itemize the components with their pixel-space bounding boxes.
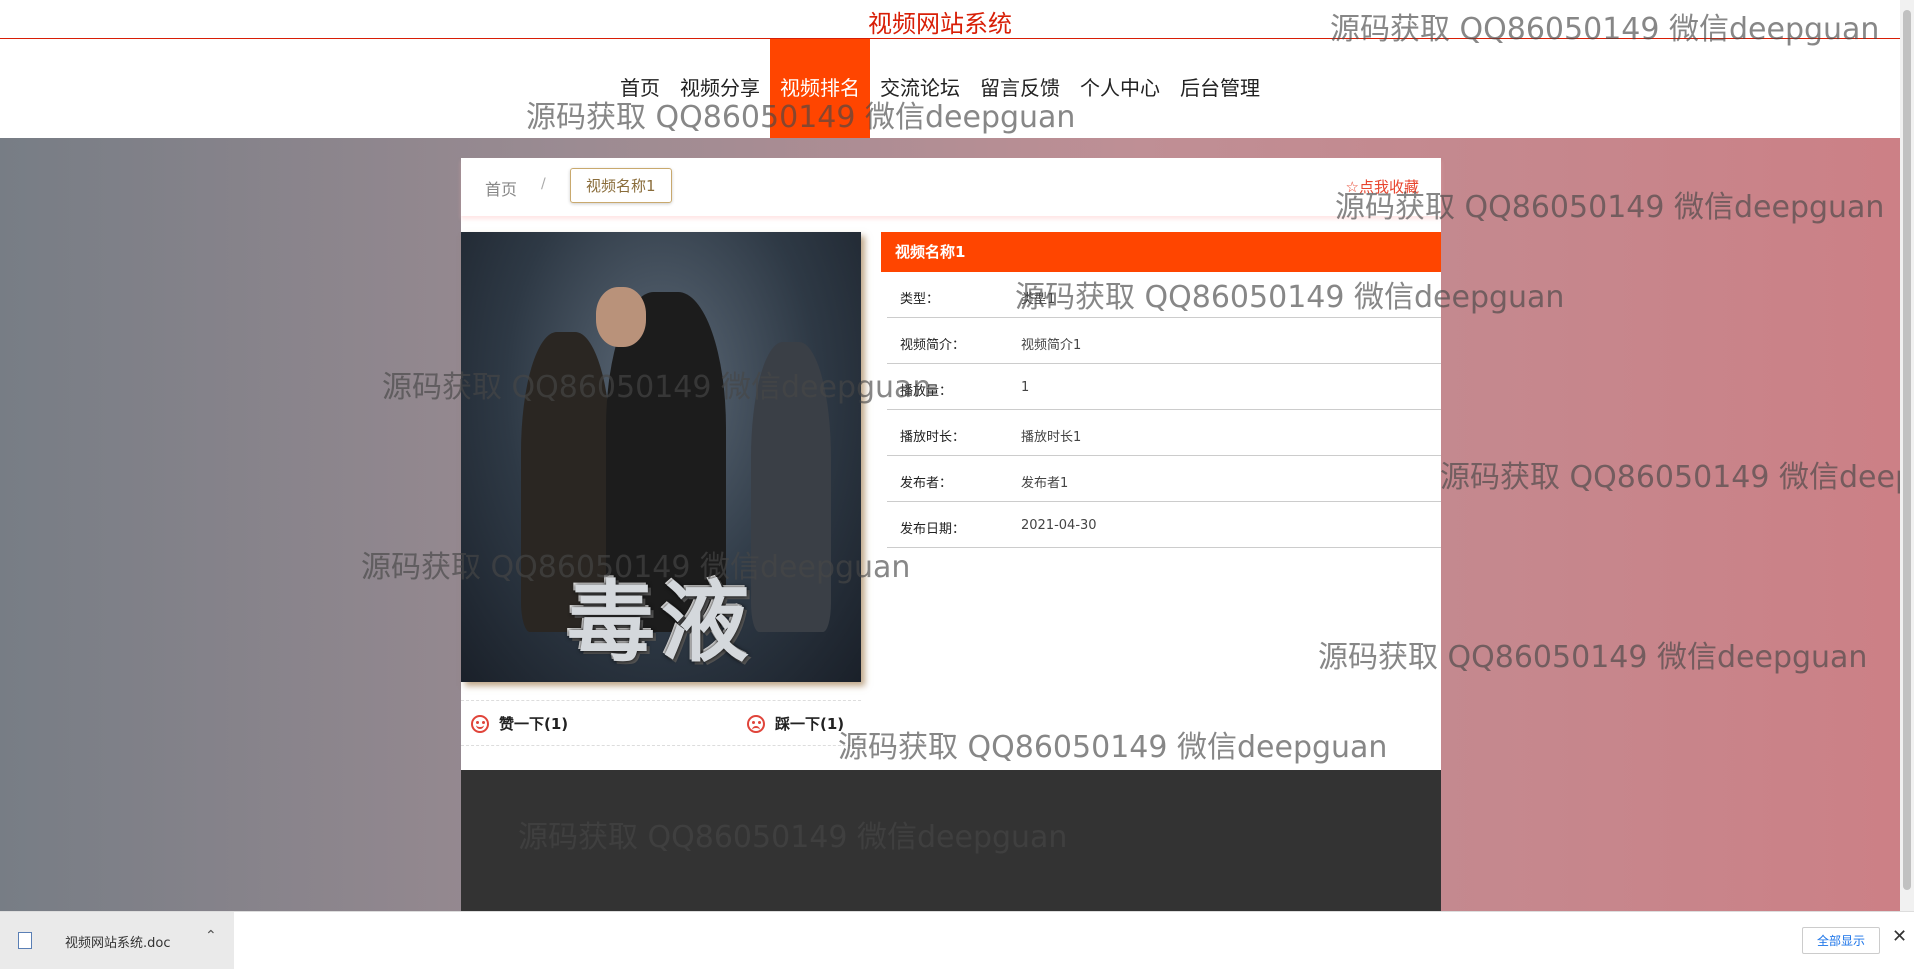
nav-forum[interactable]: 交流论坛 [870, 39, 970, 138]
breadcrumb-separator: / [541, 176, 546, 192]
info-row-intro: 视频简介： 视频简介1 [887, 318, 1441, 364]
nav-home[interactable]: 首页 [610, 39, 670, 138]
nav-video-share[interactable]: 视频分享 [670, 39, 770, 138]
dislike-button[interactable]: 踩一下(1) [747, 713, 844, 734]
info-row-type: 类型： 类型1 [887, 272, 1441, 318]
like-button[interactable]: 赞一下(1) [471, 713, 568, 734]
info-label: 播放时长： [900, 430, 966, 445]
info-value: 发布者1 [1021, 476, 1069, 491]
info-label: 播放量： [900, 384, 953, 399]
nav-personal-center[interactable]: 个人中心 [1070, 39, 1170, 138]
nav-video-ranking[interactable]: 视频排名 [770, 39, 870, 138]
info-label: 类型： [900, 292, 940, 307]
page-scrollbar[interactable] [1900, 0, 1914, 911]
poster-title-text: 毒液 [566, 570, 755, 674]
nav-admin[interactable]: 后台管理 [1170, 39, 1270, 138]
favorite-button[interactable]: ☆点我收藏 [1346, 176, 1419, 197]
dislike-label: 踩一下(1) [775, 715, 845, 733]
close-icon[interactable]: ✕ [1892, 926, 1907, 947]
breadcrumb: 首页 / 视频名称1 ☆点我收藏 [461, 158, 1441, 216]
document-icon [18, 932, 32, 949]
video-poster[interactable]: 毒液 [461, 232, 861, 682]
video-detail-panel: 首页 / 视频名称1 ☆点我收藏 毒液 赞一下(1) 踩一下(1) 视频名称1 … [461, 158, 1441, 770]
site-header: 视频网站系统 首页 视频分享 视频排名 交流论坛 留言反馈 个人中心 后台管理 [0, 0, 1914, 138]
info-value: 播放时长1 [1021, 430, 1082, 445]
download-file-name: 视频网站系统.doc [65, 936, 171, 951]
info-value: 1 [1021, 380, 1030, 395]
like-label: 赞一下(1) [499, 715, 569, 733]
main-nav: 首页 视频分享 视频排名 交流论坛 留言反馈 个人中心 后台管理 [610, 39, 1270, 138]
info-value: 类型1 [1021, 292, 1056, 307]
info-label: 视频简介： [900, 338, 966, 353]
scrollbar-thumb[interactable] [1903, 10, 1911, 890]
poster-face [596, 287, 646, 347]
vote-bar: 赞一下(1) 踩一下(1) [461, 700, 861, 746]
video-name-header: 视频名称1 [881, 232, 1441, 272]
info-row-duration: 播放时长： 播放时长1 [887, 410, 1441, 456]
nav-feedback[interactable]: 留言反馈 [970, 39, 1070, 138]
show-all-button[interactable]: 全部显示 [1802, 927, 1881, 954]
info-row-plays: 播放量： 1 [887, 364, 1441, 410]
info-label: 发布者： [900, 476, 953, 491]
info-row-date: 发布日期： 2021-04-30 [887, 502, 1441, 548]
download-bar: 视频网站系统.doc ⌃ 全部显示 ✕ [0, 911, 1914, 969]
video-info: 视频名称1 类型： 类型1 视频简介： 视频简介1 播放量： 1 播放时长： 播… [881, 232, 1441, 548]
site-title: 视频网站系统 [868, 10, 1012, 38]
breadcrumb-home[interactable]: 首页 [485, 176, 517, 200]
smile-icon [471, 714, 489, 733]
info-row-publisher: 发布者： 发布者1 [887, 456, 1441, 502]
chevron-up-icon[interactable]: ⌃ [205, 928, 217, 944]
download-item[interactable]: 视频网站系统.doc ⌃ [0, 912, 234, 969]
info-label: 发布日期： [900, 522, 966, 537]
breadcrumb-current: 视频名称1 [570, 168, 672, 203]
info-value: 视频简介1 [1021, 338, 1082, 353]
frown-icon [747, 714, 765, 733]
page-footer [461, 770, 1441, 911]
info-value: 2021-04-30 [1021, 518, 1097, 533]
